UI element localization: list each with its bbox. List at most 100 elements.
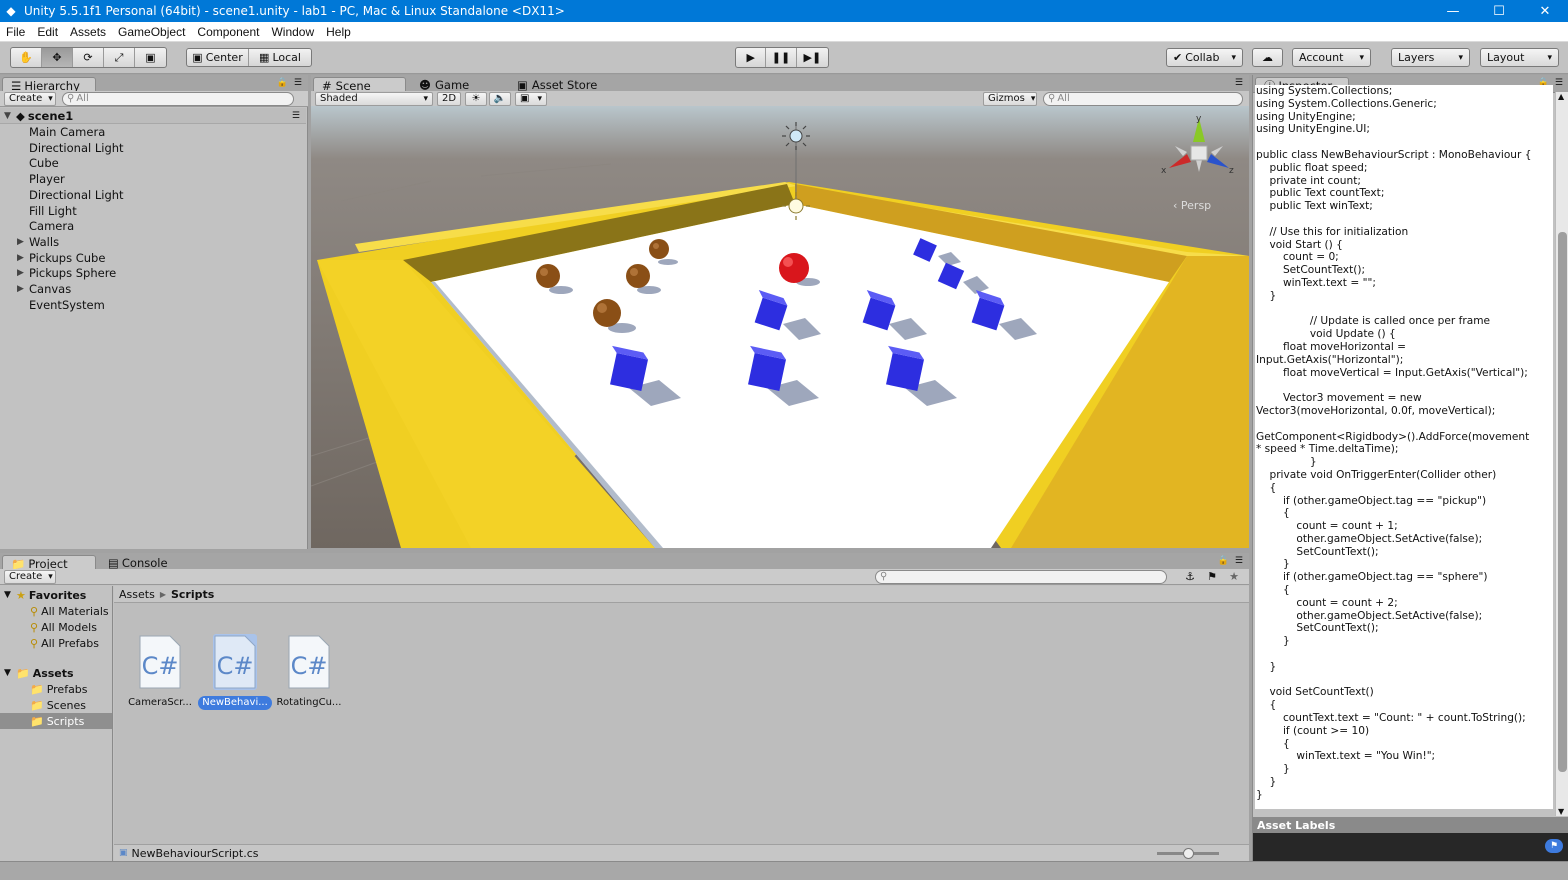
lighting-toggle-icon[interactable]: ☀ — [465, 91, 487, 106]
audio-toggle-icon[interactable]: 🔈 — [489, 91, 511, 106]
project-search-input[interactable]: ⚲ — [875, 569, 1167, 584]
expand-arrow-icon[interactable]: ▶ — [17, 268, 29, 278]
expand-arrow-icon[interactable]: ▼ — [4, 590, 16, 600]
hierarchy-item[interactable]: ▶ Canvas — [0, 281, 306, 297]
minimize-button[interactable]: — — [1430, 0, 1476, 22]
slider-thumb[interactable] — [1183, 847, 1194, 859]
2d-toggle[interactable]: 2D — [437, 91, 461, 106]
scene-menu-icon[interactable]: ☰ — [292, 111, 300, 121]
scrollbar-thumb[interactable] — [1558, 232, 1567, 772]
shading-mode-dropdown[interactable]: Shaded — [315, 91, 433, 106]
code-line: count = 0; — [1256, 251, 1339, 264]
menu-assets[interactable]: Assets — [64, 25, 112, 39]
expand-arrow-icon[interactable]: ▼ — [4, 668, 16, 678]
hierarchy-item[interactable]: Fill Light — [0, 203, 306, 219]
code-line: public float speed; — [1256, 161, 1368, 174]
tag-icon[interactable]: ⚑ — [1545, 839, 1563, 853]
breadcrumb-scripts[interactable]: Scripts — [171, 588, 214, 601]
favorite-star-icon[interactable]: ★ — [1225, 570, 1243, 583]
close-button[interactable]: ✕ — [1522, 0, 1568, 22]
hierarchy-item[interactable]: ▶ Pickups Sphere — [0, 265, 306, 281]
code-line: SetCountText(); — [1256, 264, 1366, 277]
panel-menu-icon[interactable]: ☰ — [1235, 556, 1243, 566]
hierarchy-item[interactable]: Directional Light — [0, 140, 306, 156]
icon-size-slider[interactable] — [1157, 847, 1219, 859]
effects-dropdown-icon[interactable]: ▣ — [515, 91, 547, 106]
expand-arrow-icon[interactable]: ▼ — [4, 111, 16, 121]
inspector-scrollbar[interactable]: ▲ ▼ — [1555, 92, 1568, 816]
menu-gameobject[interactable]: GameObject — [112, 25, 191, 39]
asset-camera-script[interactable]: C# CameraScr... — [123, 634, 197, 710]
hierarchy-item[interactable]: EventSystem — [0, 297, 306, 313]
assets-header[interactable]: ▼ 📁 Assets — [0, 665, 112, 681]
favorite-all-prefabs[interactable]: ⚲ All Prefabs — [0, 635, 112, 651]
scene-header[interactable]: ▼ ◆ scene1 ☰ — [0, 108, 306, 124]
status-bar — [0, 861, 1568, 880]
play-icon[interactable]: ▶ — [736, 48, 767, 67]
expand-arrow-icon[interactable]: ▶ — [17, 253, 29, 263]
projection-toggle[interactable]: ‹ Persp — [1173, 199, 1211, 212]
collab-dropdown[interactable]: ✔ Collab — [1166, 48, 1243, 67]
panel-menu-icon[interactable]: ☰ — [294, 78, 302, 88]
layers-dropdown[interactable]: Layers — [1391, 48, 1470, 67]
expand-arrow-icon[interactable]: ▶ — [17, 284, 29, 294]
pivot-center-button[interactable]: ▣ Center — [187, 49, 249, 66]
code-line: { — [1256, 481, 1277, 494]
hierarchy-item[interactable]: Cube — [0, 155, 306, 171]
hierarchy-item[interactable]: Camera — [0, 218, 306, 234]
menu-help[interactable]: Help — [320, 25, 357, 39]
folder-prefabs[interactable]: 📁 Prefabs — [0, 681, 112, 697]
filter-by-label-icon[interactable]: ⚑ — [1203, 570, 1221, 583]
hierarchy-item-label: Main Camera — [29, 125, 106, 139]
code-line: SetCountText(); — [1256, 545, 1379, 558]
hierarchy-item[interactable]: Main Camera — [0, 124, 306, 140]
layout-dropdown[interactable]: Layout — [1480, 48, 1559, 67]
hierarchy-search-input[interactable]: ⚲ All — [62, 91, 294, 106]
scroll-up-icon[interactable]: ▲ — [1558, 92, 1564, 101]
scale-tool-icon[interactable]: ⤢ — [104, 48, 135, 67]
hierarchy-create-button[interactable]: Create — [4, 91, 56, 106]
menu-file[interactable]: File — [0, 25, 31, 39]
code-line: other.gameObject.SetActive(false); — [1256, 609, 1483, 622]
filter-by-type-icon[interactable]: ⚓ — [1181, 570, 1199, 583]
move-tool-icon[interactable]: ✥ — [42, 48, 73, 67]
menu-edit[interactable]: Edit — [31, 25, 64, 39]
cloud-button[interactable]: ☁ — [1252, 48, 1283, 67]
favorites-header[interactable]: ▼ ★ Favorites — [0, 587, 112, 603]
project-create-button[interactable]: Create — [4, 569, 56, 584]
scroll-down-icon[interactable]: ▼ — [1558, 807, 1564, 816]
favorite-all-models[interactable]: ⚲ All Models — [0, 619, 112, 635]
folder-icon: 📁 — [16, 666, 30, 680]
asset-rotating-cube-script[interactable]: C# RotatingCu... — [272, 634, 346, 710]
rotate-tool-icon[interactable]: ⟳ — [73, 48, 104, 67]
menu-component[interactable]: Component — [191, 25, 265, 39]
gizmos-dropdown[interactable]: Gizmos — [983, 91, 1037, 106]
hierarchy-item[interactable]: ▶ Walls — [0, 234, 306, 250]
favorite-all-materials[interactable]: ⚲ All Materials — [0, 603, 112, 619]
maximize-button[interactable]: ☐ — [1476, 0, 1522, 22]
panel-menu-icon[interactable]: ☰ — [1235, 78, 1243, 88]
step-icon[interactable]: ▶❚ — [797, 48, 828, 67]
scene-search-input[interactable]: ⚲ All — [1043, 91, 1243, 106]
breadcrumb-assets[interactable]: Assets — [119, 588, 155, 601]
folder-scenes[interactable]: 📁 Scenes — [0, 697, 112, 713]
panel-menu-icon[interactable]: ☰ — [1555, 78, 1563, 88]
rect-tool-icon[interactable]: ▣ — [135, 48, 166, 67]
hand-tool-icon[interactable]: ✋ — [11, 48, 42, 67]
pivot-local-button[interactable]: ▦ Local — [249, 49, 311, 66]
expand-arrow-icon[interactable]: ▶ — [17, 237, 29, 247]
account-dropdown[interactable]: Account — [1292, 48, 1371, 67]
menu-window[interactable]: Window — [265, 25, 320, 39]
code-line: countText.text = "Count: " + count.ToStr… — [1256, 712, 1526, 725]
lock-icon[interactable]: 🔒 — [1218, 556, 1229, 566]
folder-scripts[interactable]: 📁 Scripts — [0, 713, 112, 729]
hierarchy-item[interactable]: ▶ Pickups Cube — [0, 250, 306, 266]
hierarchy-item[interactable]: Player — [0, 171, 306, 187]
code-line: void SetCountText() — [1256, 686, 1374, 699]
pause-icon[interactable]: ❚❚ — [766, 48, 797, 67]
folder-label: Scripts — [46, 714, 85, 728]
scene-viewport[interactable]: y x z ‹ Persp — [311, 106, 1249, 548]
lock-icon[interactable]: 🔒 — [277, 78, 288, 88]
asset-new-behaviour-script[interactable]: C# NewBehavi... — [198, 634, 272, 710]
hierarchy-item[interactable]: Directional Light — [0, 187, 306, 203]
